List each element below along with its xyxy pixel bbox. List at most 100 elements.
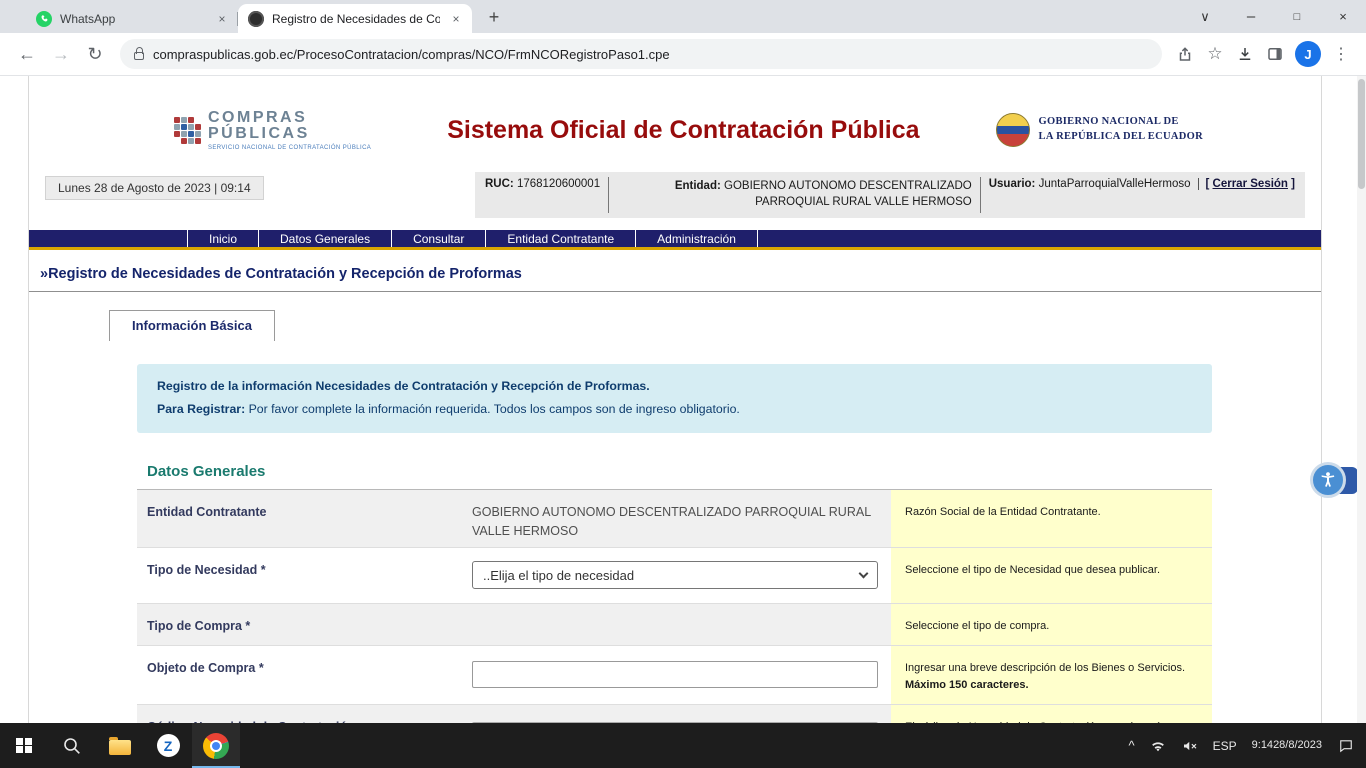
form-row-codigo-necesidad: Código Necesidad de Contratación El códi…	[137, 705, 1212, 723]
field-help: Seleccione el tipo de compra.	[891, 604, 1212, 645]
ruc-field: RUC: 1768120600001	[485, 177, 600, 190]
codigo-necesidad-input	[472, 722, 878, 723]
back-button[interactable]: ←	[10, 37, 44, 71]
side-panel-icon[interactable]	[1260, 39, 1290, 69]
screen: WhatsApp × Registro de Necesidades de Co…	[0, 0, 1366, 768]
start-button[interactable]	[0, 723, 48, 768]
ruc-label: RUC:	[485, 178, 514, 190]
forward-button[interactable]: →	[44, 37, 78, 71]
taskbar-search-button[interactable]	[48, 723, 96, 768]
notice-line1: Registro de la información Necesidades d…	[157, 375, 1192, 398]
network-icon[interactable]	[1142, 723, 1174, 768]
window-controls: ∨ – □ ×	[1182, 0, 1366, 33]
logo-pixels-icon	[174, 117, 201, 144]
usuario-label: Usuario:	[989, 178, 1036, 190]
field-label: Código Necesidad de Contratación	[137, 705, 461, 723]
tray-expand-icon[interactable]: ^	[1122, 723, 1142, 768]
volume-muted-icon[interactable]	[1174, 723, 1206, 768]
accessibility-icon[interactable]	[1310, 462, 1346, 498]
close-tab-icon[interactable]: ×	[214, 11, 230, 27]
field-label: Tipo de Necesidad *	[137, 548, 461, 603]
main-navigation: Inicio Datos Generales Consultar Entidad…	[29, 230, 1321, 250]
form-row-entidad-contratante: Entidad Contratante GOBIERNO AUTONOMO DE…	[137, 490, 1212, 548]
entidad-contratante-value: GOBIERNO AUTONOMO DESCENTRALIZADO PARROQ…	[472, 490, 878, 542]
url-text: compraspublicas.gob.ec/ProcesoContrataci…	[153, 47, 670, 62]
field-label: Tipo de Compra *	[137, 604, 461, 645]
file-explorer-icon	[109, 740, 131, 755]
clock-date: 28/8/2023	[1273, 738, 1322, 753]
entidad-value: GOBIERNO AUTONOMO DESCENTRALIZADO PARROQ…	[721, 180, 972, 208]
system-tray: ^ ESP 9:14 28/8/2023	[1122, 723, 1366, 768]
logout-link[interactable]: [ Cerrar Sesión ]	[1206, 178, 1296, 190]
usuario-value: JuntaParroquialValleHermoso	[1035, 178, 1190, 190]
maximize-button[interactable]: □	[1274, 0, 1320, 33]
session-info-box: RUC: 1768120600001 Entidad: GOBIERNO AUT…	[475, 172, 1305, 218]
field-help: Razón Social de la Entidad Contratante.	[891, 490, 1212, 547]
file-explorer-button[interactable]	[96, 723, 144, 768]
field-help: Ingresar una breve descripción de los Bi…	[891, 646, 1212, 704]
separator	[608, 177, 609, 213]
page-title: Sistema Oficial de Contratación Pública	[371, 116, 995, 145]
form-row-objeto-compra: Objeto de Compra * Ingresar una breve de…	[137, 646, 1212, 705]
action-center-icon[interactable]	[1330, 723, 1362, 768]
lock-icon	[134, 52, 144, 60]
entidad-label: Entidad:	[675, 180, 721, 192]
section-title: Datos Generales	[137, 463, 1212, 490]
share-icon[interactable]	[1170, 39, 1200, 69]
profile-avatar[interactable]: J	[1295, 41, 1321, 67]
field-help: Seleccione el tipo de Necesidad que dese…	[891, 548, 1212, 603]
new-tab-button[interactable]: +	[480, 3, 508, 31]
address-bar[interactable]: compraspublicas.gob.ec/ProcesoContrataci…	[120, 39, 1162, 69]
tab-title: WhatsApp	[60, 12, 206, 26]
language-indicator[interactable]: ESP	[1206, 723, 1244, 768]
windows-logo-icon	[16, 738, 32, 754]
page-viewport: COMPRAS PÚBLICAS SERVICIO NACIONAL DE CO…	[0, 76, 1366, 723]
site-header: COMPRAS PÚBLICAS SERVICIO NACIONAL DE CO…	[29, 90, 1321, 170]
accessibility-widget[interactable]	[1310, 462, 1346, 498]
tab-title: Registro de Necesidades de Cont	[272, 12, 440, 26]
bookmark-star-icon[interactable]: ☆	[1200, 39, 1230, 69]
gov-line2: LA REPÚBLICA DEL ECUADOR	[1039, 130, 1203, 145]
ecuador-seal-icon	[996, 113, 1030, 147]
tab-search-icon[interactable]: ∨	[1182, 0, 1228, 33]
scrollbar-thumb[interactable]	[1358, 79, 1365, 189]
browser-menu-icon[interactable]: ⋮	[1326, 39, 1356, 69]
browser-toolbar: ← → ↻ compraspublicas.gob.ec/ProcesoCont…	[0, 33, 1366, 76]
nav-item-administracion[interactable]: Administración	[636, 230, 758, 247]
taskbar-clock[interactable]: 9:14 28/8/2023	[1244, 723, 1330, 768]
page-scrollbar[interactable]	[1357, 76, 1366, 723]
notice-box: Registro de la información Necesidades d…	[137, 364, 1212, 433]
tipo-necesidad-select[interactable]: ..Elija el tipo de necesidad	[472, 561, 878, 589]
minimize-button[interactable]: –	[1228, 0, 1274, 33]
compras-publicas-logo: COMPRAS PÚBLICAS SERVICIO NACIONAL DE CO…	[174, 110, 371, 151]
browser-tab-strip: WhatsApp × Registro de Necesidades de Co…	[0, 0, 1366, 33]
tab-informacion-basica[interactable]: Información Básica	[109, 310, 275, 341]
date-time-box: Lunes 28 de Agosto de 2023 | 09:14	[45, 176, 264, 200]
downloads-icon[interactable]	[1230, 39, 1260, 69]
browser-tab-registro[interactable]: Registro de Necesidades de Cont ×	[238, 4, 472, 33]
usuario-field: Usuario: JuntaParroquialValleHermoso [ C…	[989, 177, 1295, 190]
tipo-compra-empty-field	[461, 604, 891, 645]
chrome-button[interactable]	[192, 723, 240, 768]
browser-tab-whatsapp[interactable]: WhatsApp ×	[26, 4, 238, 33]
nav-item-entidad-contratante[interactable]: Entidad Contratante	[486, 230, 636, 247]
gov-line1: GOBIERNO NACIONAL DE	[1039, 115, 1203, 130]
select-value: ..Elija el tipo de necesidad	[483, 568, 634, 583]
objeto-compra-input[interactable]	[472, 661, 878, 688]
nav-item-consultar[interactable]: Consultar	[392, 230, 486, 247]
field-help: El código de Necesidad de Contratación s…	[891, 705, 1212, 723]
z-app-icon: Z	[157, 734, 180, 757]
field-label: Objeto de Compra *	[137, 646, 461, 704]
separator	[980, 177, 981, 213]
entidad-field: Entidad: GOBIERNO AUTONOMO DESCENTRALIZA…	[617, 177, 972, 210]
z-app-button[interactable]: Z	[144, 723, 192, 768]
close-tab-icon[interactable]: ×	[448, 11, 464, 27]
reload-button[interactable]: ↻	[78, 37, 112, 71]
form-row-tipo-compra: Tipo de Compra * Seleccione el tipo de c…	[137, 604, 1212, 646]
page-body: COMPRAS PÚBLICAS SERVICIO NACIONAL DE CO…	[28, 76, 1322, 723]
close-window-button[interactable]: ×	[1320, 0, 1366, 33]
government-banner: GOBIERNO NACIONAL DE LA REPÚBLICA DEL EC…	[996, 113, 1203, 147]
nav-item-inicio[interactable]: Inicio	[187, 230, 259, 247]
nav-item-datos-generales[interactable]: Datos Generales	[259, 230, 392, 247]
whatsapp-icon	[36, 11, 52, 27]
